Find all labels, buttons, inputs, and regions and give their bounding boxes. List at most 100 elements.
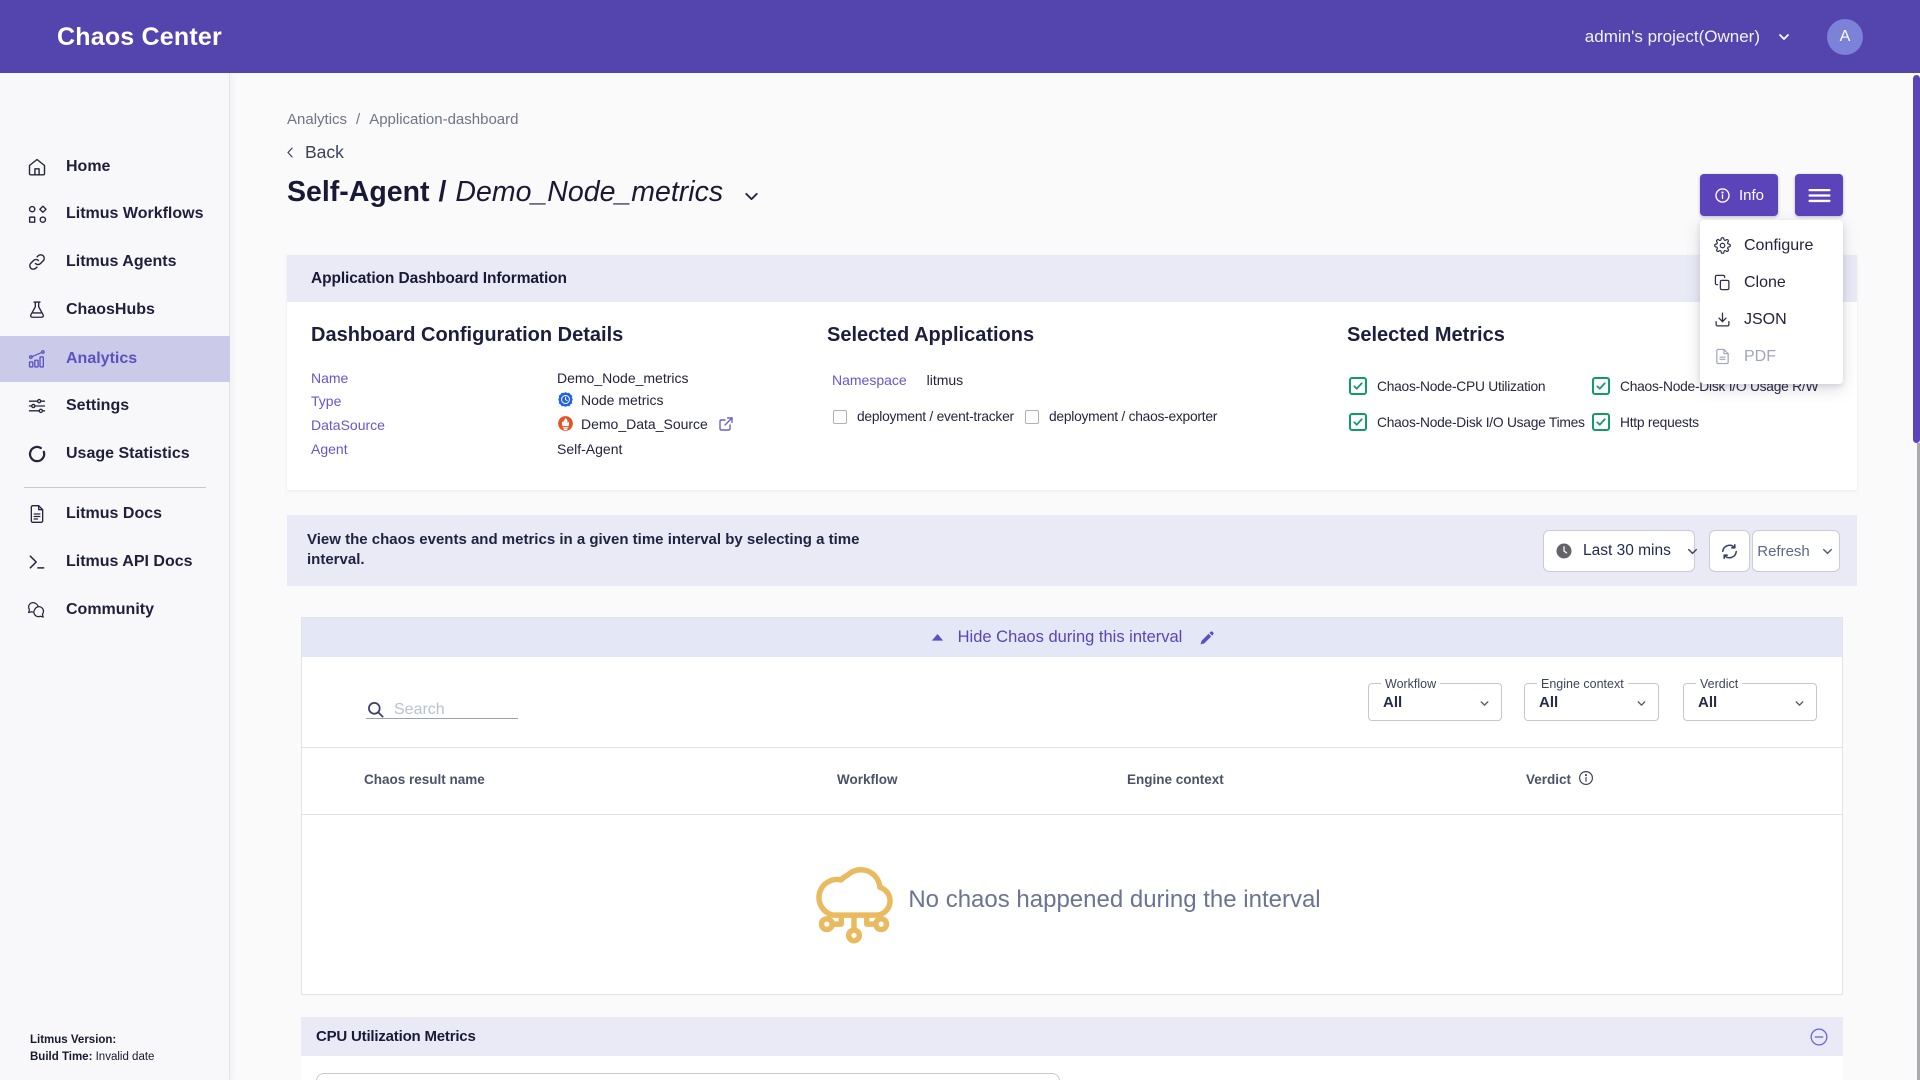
collapse-minus-icon[interactable] [1809, 1027, 1829, 1047]
config-label: DataSource [311, 417, 385, 433]
metric-checkbox-http: Http requests [1592, 413, 1699, 431]
cpu-panel-title: CPU Utilization Metrics [316, 1028, 476, 1045]
sidebar-item-home[interactable]: Home [0, 144, 230, 190]
interval-description: View the chaos events and metrics in a g… [307, 530, 867, 570]
config-agent-value: Self-Agent [557, 441, 622, 457]
info-circle-icon [1714, 187, 1731, 204]
select-label: Verdict [1696, 677, 1742, 691]
filter-workflow[interactable]: Workflow All [1368, 683, 1502, 721]
search-field[interactable]: Search [366, 690, 518, 730]
menu-item-label: PDF [1744, 348, 1776, 366]
sidebar-item-litmus-docs[interactable]: Litmus Docs [0, 491, 230, 537]
build-time-value: Invalid date [96, 1051, 155, 1063]
sidebar-item-usage-statistics[interactable]: Usage Statistics [0, 431, 230, 477]
litmus-version-label: Litmus Version: [30, 1034, 116, 1046]
sliders-icon [27, 396, 47, 416]
breadcrumb-application-dashboard[interactable]: Application-dashboard [369, 111, 518, 128]
menu-item-pdf[interactable]: PDF [1700, 338, 1843, 375]
dashboard-options-button[interactable] [1795, 174, 1843, 216]
download-icon [1714, 311, 1731, 328]
config-label: Agent [311, 441, 348, 457]
verdict-info-icon[interactable] [1578, 770, 1594, 786]
namespace-label: Namespace [832, 372, 907, 388]
link-icon [27, 252, 47, 272]
checkbox-label: Chaos-Node-CPU Utilization [1377, 379, 1545, 394]
select-value: All [1539, 694, 1558, 711]
breadcrumb-analytics[interactable]: Analytics [287, 111, 347, 128]
checkbox-checked[interactable] [1592, 413, 1610, 431]
title-agent: Self-Agent [287, 176, 430, 209]
chat-bubbles-icon [27, 600, 47, 620]
copy-icon [1714, 274, 1731, 291]
filter-verdict[interactable]: Verdict All [1683, 683, 1817, 721]
triangle-up-icon [929, 629, 946, 646]
metric-checkbox-disk-times: Chaos-Node-Disk I/O Usage Times [1349, 413, 1585, 431]
node-metrics-icon [557, 391, 574, 408]
chaos-table-panel: Hide Chaos during this interval Search W… [301, 617, 1843, 995]
table-header-row: Chaos result name Workflow Engine contex… [302, 747, 1842, 815]
chevron-down-icon [1793, 697, 1806, 710]
chevron-down-icon [1776, 29, 1792, 45]
scrollbar-thumb[interactable] [1913, 75, 1920, 443]
select-label: Workflow [1381, 677, 1440, 691]
cpu-utilization-panel: CPU Utilization Metrics [301, 1017, 1843, 1080]
time-range-value: Last 30 mins [1583, 542, 1671, 560]
page-title: Self-Agent / Demo_Node_metrics [287, 176, 723, 209]
chevron-down-icon [1635, 697, 1648, 710]
loader-circle-icon [27, 444, 47, 464]
menu-item-configure[interactable]: Configure [1700, 227, 1843, 264]
select-value: All [1698, 694, 1717, 711]
pencil-icon[interactable] [1199, 630, 1215, 646]
sidebar-item-analytics[interactable]: Analytics [0, 336, 230, 382]
time-range-select[interactable]: Last 30 mins [1543, 530, 1695, 572]
refresh-rate-value: Refresh [1757, 543, 1810, 560]
datasource-link[interactable]: Demo_Data_Source [581, 416, 708, 432]
main-content: Analytics / Application-dashboard Back S… [230, 73, 1920, 1080]
dashboard-switch-caret[interactable] [741, 186, 762, 207]
refresh-now-button[interactable] [1709, 530, 1750, 572]
filter-engine-context[interactable]: Engine context All [1524, 683, 1659, 721]
empty-state: No chaos happened during the interval [302, 815, 1842, 994]
title-separator: / [439, 176, 447, 209]
sidebar-item-litmus-api-docs[interactable]: Litmus API Docs [0, 539, 230, 585]
checkbox-checked[interactable] [1349, 413, 1367, 431]
checkbox-unchecked[interactable] [1025, 410, 1039, 424]
hide-chaos-toggle[interactable]: Hide Chaos during this interval [302, 618, 1842, 657]
metric-checkbox-cpu: Chaos-Node-CPU Utilization [1349, 377, 1545, 395]
document-icon [27, 504, 47, 524]
sidebar-item-settings[interactable]: Settings [0, 383, 230, 429]
avatar[interactable]: A [1827, 19, 1863, 55]
sidebar-item-litmus-workflows[interactable]: Litmus Workflows [0, 191, 230, 237]
sidebar: Home Litmus Workflows Litmus Agents Chao… [0, 73, 230, 1080]
column-chaos-result-name: Chaos result name [364, 772, 485, 787]
analytics-icon [27, 349, 47, 369]
breadcrumb-separator: / [356, 111, 360, 128]
project-selector[interactable]: admin's project(Owner) [1585, 0, 1792, 73]
checkbox-label: deployment / chaos-exporter [1049, 409, 1217, 424]
select-value: All [1383, 694, 1402, 711]
workflows-icon [27, 204, 47, 224]
menu-item-json[interactable]: JSON [1700, 301, 1843, 338]
refresh-rate-select[interactable]: Refresh [1752, 530, 1840, 572]
back-button[interactable]: Back [283, 142, 344, 163]
checkbox-unchecked[interactable] [833, 410, 847, 424]
hide-chaos-label: Hide Chaos during this interval [958, 628, 1183, 647]
external-link-icon[interactable] [718, 416, 734, 432]
title-dashboard-name: Demo_Node_metrics [455, 176, 723, 209]
sidebar-item-chaoshubs[interactable]: ChaosHubs [0, 287, 230, 333]
info-button[interactable]: Info [1700, 174, 1778, 216]
breadcrumb: Analytics / Application-dashboard [287, 111, 518, 128]
checkbox-checked[interactable] [1349, 377, 1367, 395]
sidebar-item-litmus-agents[interactable]: Litmus Agents [0, 239, 230, 285]
column-workflow: Workflow [837, 772, 898, 787]
sidebar-item-community[interactable]: Community [0, 587, 230, 633]
clock-icon [1555, 542, 1573, 560]
checkbox-checked[interactable] [1592, 377, 1610, 395]
config-label: Type [311, 393, 341, 409]
back-label: Back [305, 142, 344, 163]
column-engine-context: Engine context [1127, 772, 1224, 787]
cpu-panel-header: CPU Utilization Metrics [301, 1017, 1843, 1056]
terminal-icon [27, 552, 47, 572]
menu-item-clone[interactable]: Clone [1700, 264, 1843, 301]
select-label: Engine context [1537, 677, 1628, 691]
